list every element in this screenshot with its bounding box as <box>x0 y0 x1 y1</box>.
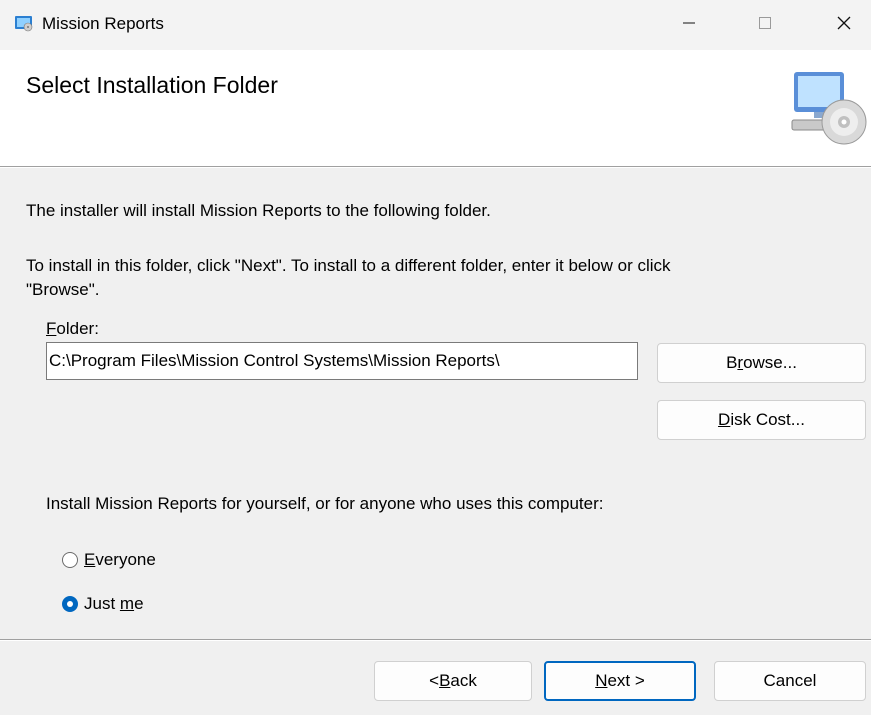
cancel-label: Cancel <box>763 671 817 690</box>
browse-button[interactable]: Br owse... <box>657 343 866 383</box>
next-post: ext > <box>607 671 645 690</box>
disk-cost-accel: D <box>718 410 731 429</box>
radio-everyone-rest: veryone <box>95 550 156 569</box>
browse-post: owse... <box>743 353 797 372</box>
page-title: Select Installation Folder <box>26 72 278 98</box>
next-accel: N <box>595 671 608 690</box>
footer-divider-highlight <box>0 640 871 641</box>
folder-label-rest: older: <box>56 319 99 338</box>
intro-text: The installer will install Mission Repor… <box>26 201 491 220</box>
next-button[interactable]: Next > <box>544 661 696 701</box>
minimize-icon <box>681 15 697 36</box>
installer-icon <box>14 15 34 33</box>
radio-just-me-post: e <box>134 594 144 613</box>
instructions-line-2: "Browse". <box>26 280 100 299</box>
maximize-button[interactable] <box>735 0 795 50</box>
title-bar: Mission Reports <box>0 0 871 50</box>
disk-cost-button[interactable]: Disk Cost... <box>657 400 866 440</box>
back-pre: < <box>429 671 440 690</box>
cancel-button[interactable]: Cancel <box>714 661 866 701</box>
radio-everyone-accel: E <box>84 550 96 569</box>
back-accel: B <box>439 671 451 690</box>
radio-just-me-accel: m <box>119 594 135 613</box>
header-panel: Select Installation Folder <box>0 50 871 166</box>
radio-just-me-label: Just me <box>84 594 144 614</box>
browse-pre: B <box>726 353 738 372</box>
radio-everyone-label: Everyone <box>84 550 156 570</box>
close-button[interactable] <box>817 0 871 50</box>
minimize-button[interactable] <box>659 0 719 50</box>
radio-everyone[interactable]: Everyone <box>62 550 156 570</box>
back-post: ack <box>450 671 477 690</box>
header-divider-highlight <box>0 167 871 168</box>
radio-just-me-pre: Just <box>84 594 120 613</box>
maximize-icon <box>757 15 773 36</box>
folder-label: Folder: <box>46 317 99 340</box>
install-for-prompt: Install Mission Reports for yourself, or… <box>46 494 604 513</box>
back-button[interactable]: < Back <box>374 661 532 701</box>
disk-cost-post: isk Cost... <box>730 410 805 429</box>
folder-label-accel: F <box>46 319 57 338</box>
radio-just-me[interactable]: Just me <box>62 594 144 614</box>
window-title: Mission Reports <box>42 14 164 33</box>
folder-path-input[interactable] <box>46 342 638 380</box>
computer-disc-icon <box>788 70 868 150</box>
close-icon <box>835 14 853 37</box>
radio-everyone-circle[interactable] <box>62 552 78 568</box>
instructions-line-1: To install in this folder, click "Next".… <box>26 256 671 275</box>
radio-just-me-circle[interactable] <box>62 596 78 612</box>
